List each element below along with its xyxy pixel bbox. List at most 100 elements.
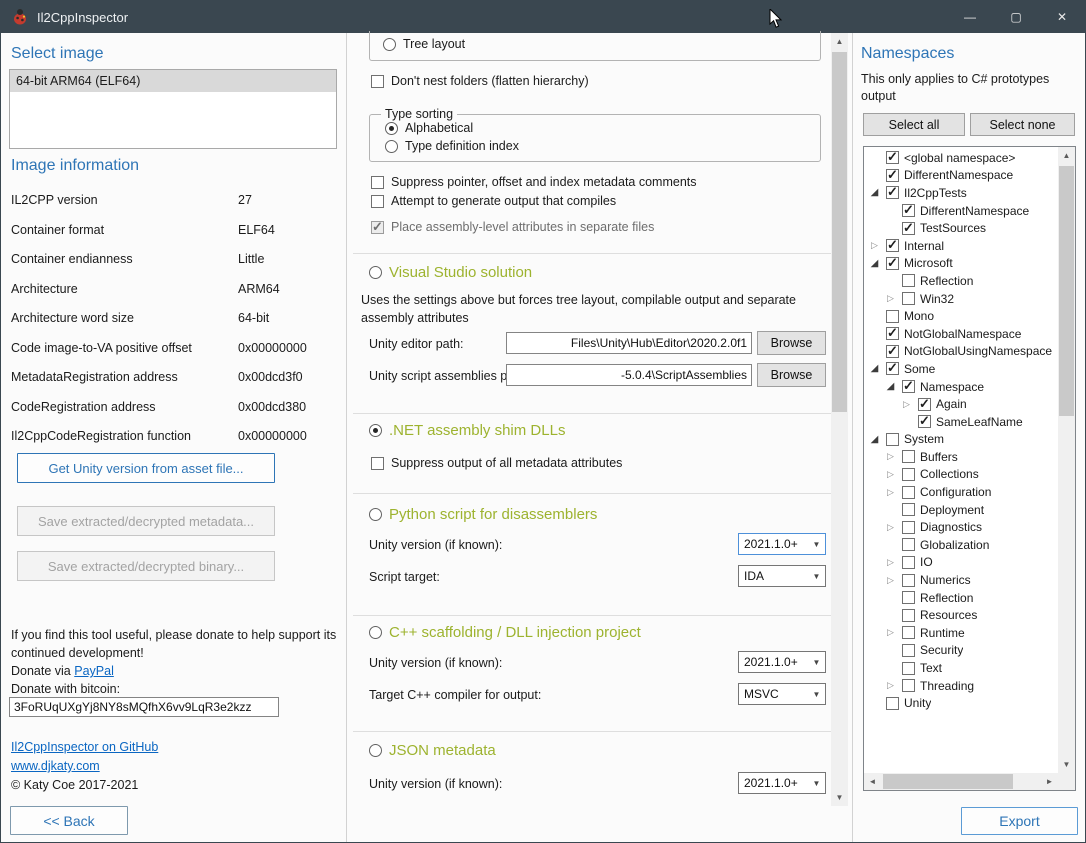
tree-item[interactable]: ▷Internal bbox=[866, 237, 1057, 255]
tree-collapsed-icon[interactable]: ▷ bbox=[884, 487, 897, 498]
tree-item[interactable]: ▷IO bbox=[866, 554, 1057, 572]
namespace-checkbox[interactable] bbox=[902, 222, 915, 235]
middle-scrollbar-thumb[interactable] bbox=[832, 52, 847, 412]
tree-vertical-scrollbar[interactable]: ▲ ▼ bbox=[1058, 147, 1075, 773]
tree-item[interactable]: TestSources bbox=[866, 219, 1057, 237]
tree-expanded-icon[interactable]: ◢ bbox=[868, 434, 881, 445]
namespace-checkbox[interactable] bbox=[886, 433, 899, 446]
tree-horizontal-scrollbar[interactable]: ◄ ► bbox=[864, 773, 1058, 790]
browse-script-assemblies-button[interactable]: Browse bbox=[757, 363, 826, 387]
bitcoin-address-field[interactable] bbox=[9, 697, 279, 717]
suppress-comments-option[interactable]: Suppress pointer, offset and index metad… bbox=[371, 175, 697, 189]
namespace-checkbox[interactable] bbox=[902, 644, 915, 657]
namespace-checkbox[interactable] bbox=[886, 186, 899, 199]
tree-item[interactable]: Reflection bbox=[866, 589, 1057, 607]
tree-item[interactable]: SameLeafName bbox=[866, 413, 1057, 431]
sort-alphabetical-radio[interactable] bbox=[385, 122, 398, 135]
sort-type-index-radio[interactable] bbox=[385, 140, 398, 153]
namespace-checkbox[interactable] bbox=[886, 257, 899, 270]
namespace-checkbox[interactable] bbox=[902, 521, 915, 534]
select-none-button[interactable]: Select none bbox=[970, 113, 1075, 136]
tree-item[interactable]: Resources bbox=[866, 606, 1057, 624]
flatten-checkbox[interactable] bbox=[371, 75, 384, 88]
namespace-checkbox[interactable] bbox=[886, 327, 899, 340]
sort-type-index-option[interactable]: Type definition index bbox=[385, 139, 519, 153]
tree-item[interactable]: ▷Win32 bbox=[866, 290, 1057, 308]
tree-item[interactable]: ▷Collections bbox=[866, 466, 1057, 484]
namespace-checkbox[interactable] bbox=[902, 292, 915, 305]
tree-expanded-icon[interactable]: ◢ bbox=[868, 363, 881, 374]
tree-item[interactable]: DifferentNamespace bbox=[866, 202, 1057, 220]
paypal-link[interactable]: PayPal bbox=[74, 664, 114, 678]
python-script-option[interactable]: Python script for disassemblers bbox=[369, 506, 597, 523]
tree-collapsed-icon[interactable]: ▷ bbox=[884, 575, 897, 586]
tree-collapsed-icon[interactable]: ▷ bbox=[868, 240, 881, 251]
scroll-right-icon[interactable]: ► bbox=[1041, 773, 1058, 790]
json-metadata-radio[interactable] bbox=[369, 744, 382, 757]
namespace-checkbox[interactable] bbox=[902, 662, 915, 675]
middle-scrollbar[interactable]: ▲ ▼ bbox=[831, 33, 848, 806]
close-icon[interactable]: ✕ bbox=[1039, 1, 1085, 33]
scroll-down-icon[interactable]: ▼ bbox=[1058, 756, 1075, 773]
namespace-checkbox[interactable] bbox=[902, 503, 915, 516]
namespace-checkbox[interactable] bbox=[886, 697, 899, 710]
github-link[interactable]: Il2CppInspector on GitHub bbox=[11, 740, 158, 754]
image-list-item[interactable]: 64-bit ARM64 (ELF64) bbox=[10, 70, 336, 92]
tree-hscroll-thumb[interactable] bbox=[883, 774, 1013, 789]
tree-item[interactable]: Text bbox=[866, 659, 1057, 677]
tree-item[interactable]: NotGlobalNamespace bbox=[866, 325, 1057, 343]
compilable-output-checkbox[interactable] bbox=[371, 195, 384, 208]
tree-layout-option[interactable]: Tree layout bbox=[383, 37, 465, 51]
tree-layout-radio[interactable] bbox=[383, 38, 396, 51]
namespace-checkbox[interactable] bbox=[886, 151, 899, 164]
back-button[interactable]: << Back bbox=[10, 806, 128, 835]
tree-collapsed-icon[interactable]: ▷ bbox=[884, 557, 897, 568]
scroll-up-icon[interactable]: ▲ bbox=[1058, 147, 1075, 164]
namespace-checkbox[interactable] bbox=[902, 274, 915, 287]
tree-item[interactable]: ▷Configuration bbox=[866, 483, 1057, 501]
namespace-checkbox[interactable] bbox=[902, 380, 915, 393]
tree-collapsed-icon[interactable]: ▷ bbox=[884, 680, 897, 691]
save-binary-button[interactable]: Save extracted/decrypted binary... bbox=[17, 551, 275, 581]
namespace-checkbox[interactable] bbox=[886, 362, 899, 375]
python-script-radio[interactable] bbox=[369, 508, 382, 521]
tree-collapsed-icon[interactable]: ▷ bbox=[884, 522, 897, 533]
website-link[interactable]: www.djkaty.com bbox=[11, 759, 100, 773]
namespace-checkbox[interactable] bbox=[886, 310, 899, 323]
save-metadata-button[interactable]: Save extracted/decrypted metadata... bbox=[17, 506, 275, 536]
namespace-checkbox[interactable] bbox=[902, 679, 915, 692]
tree-item[interactable]: ◢Some bbox=[866, 360, 1057, 378]
tree-collapsed-icon[interactable]: ▷ bbox=[884, 627, 897, 638]
separate-attributes-checkbox[interactable] bbox=[371, 221, 384, 234]
tree-item[interactable]: <global namespace> bbox=[866, 149, 1057, 167]
cpp-unity-version-select[interactable]: 2021.1.0+ ▼ bbox=[738, 651, 826, 673]
export-button[interactable]: Export bbox=[961, 807, 1078, 835]
script-target-select[interactable]: IDA ▼ bbox=[738, 565, 826, 587]
tree-item[interactable]: ▷Buffers bbox=[866, 448, 1057, 466]
tree-item[interactable]: ◢Microsoft bbox=[866, 255, 1057, 273]
namespace-checkbox[interactable] bbox=[902, 591, 915, 604]
tree-expanded-icon[interactable]: ◢ bbox=[868, 187, 881, 198]
tree-collapsed-icon[interactable]: ▷ bbox=[900, 399, 913, 410]
namespace-checkbox[interactable] bbox=[902, 450, 915, 463]
tree-expanded-icon[interactable]: ◢ bbox=[868, 258, 881, 269]
json-unity-version-select[interactable]: 2021.1.0+ ▼ bbox=[738, 772, 826, 794]
namespace-checkbox[interactable] bbox=[902, 486, 915, 499]
tree-item[interactable]: ◢Il2CppTests bbox=[866, 184, 1057, 202]
namespace-checkbox[interactable] bbox=[902, 468, 915, 481]
namespace-checkbox[interactable] bbox=[902, 574, 915, 587]
suppress-attributes-option[interactable]: Suppress output of all metadata attribut… bbox=[371, 456, 622, 470]
cpp-scaffolding-radio[interactable] bbox=[369, 626, 382, 639]
tree-item[interactable]: Globalization bbox=[866, 536, 1057, 554]
namespace-checkbox[interactable] bbox=[902, 626, 915, 639]
tree-item[interactable]: ▷Again bbox=[866, 395, 1057, 413]
tree-item[interactable]: Mono bbox=[866, 307, 1057, 325]
tree-item[interactable]: Deployment bbox=[866, 501, 1057, 519]
json-metadata-option[interactable]: JSON metadata bbox=[369, 742, 496, 759]
flatten-option[interactable]: Don't nest folders (flatten hierarchy) bbox=[371, 74, 589, 88]
namespace-checkbox[interactable] bbox=[886, 345, 899, 358]
tree-item[interactable]: ▷Runtime bbox=[866, 624, 1057, 642]
python-unity-version-select[interactable]: 2021.1.0+ ▼ bbox=[738, 533, 826, 555]
namespace-checkbox[interactable] bbox=[918, 415, 931, 428]
suppress-comments-checkbox[interactable] bbox=[371, 176, 384, 189]
